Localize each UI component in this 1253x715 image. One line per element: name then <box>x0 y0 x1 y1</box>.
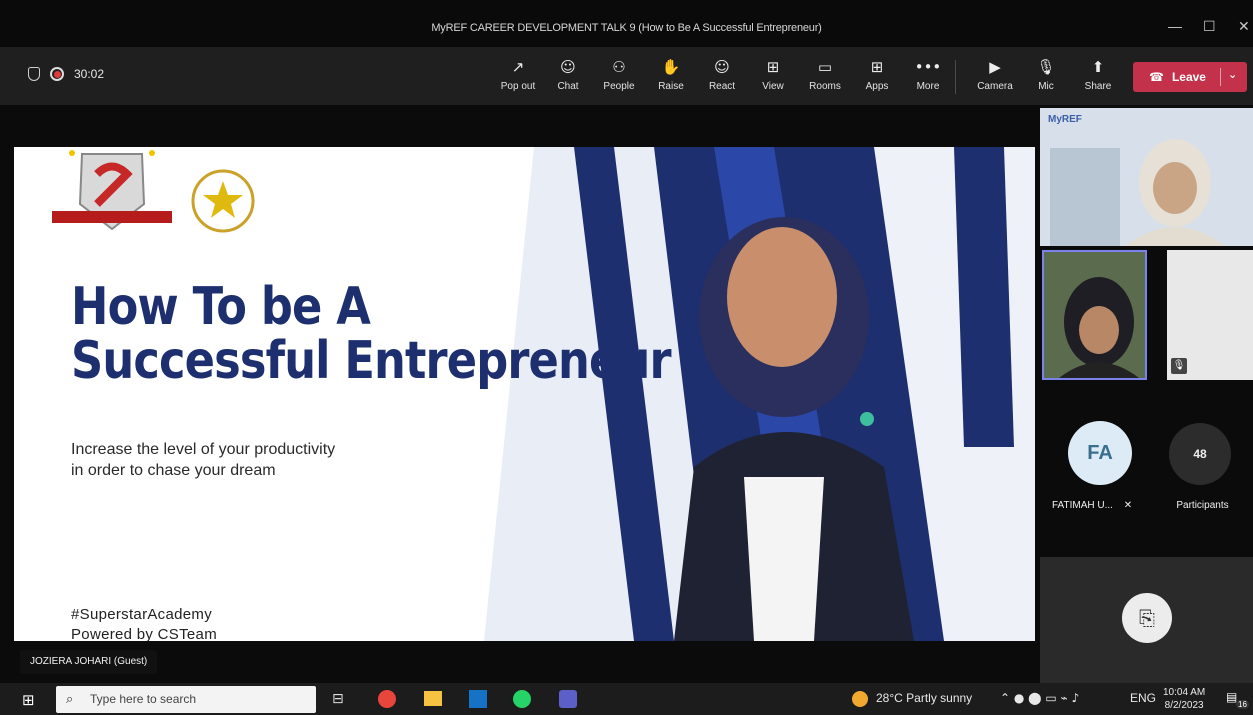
people-icon: ⚇ <box>612 58 626 76</box>
share-icon: ⬆ <box>1091 58 1105 76</box>
shield-icon <box>28 67 40 81</box>
clock-date: 8/2/2023 <box>1164 700 1204 711</box>
participant-video <box>1044 252 1145 378</box>
leave-button[interactable]: ☎ Leave ⌄ <box>1133 62 1247 92</box>
meeting-toolbar: 30:02 ↗ Pop out ☺ Chat ⚇ People ✋ Raise … <box>0 47 1253 105</box>
recording-icon <box>50 67 64 81</box>
tagline-powered-by: Powered by CSTeam <box>71 626 217 641</box>
hand-icon: ✋ <box>661 58 681 76</box>
slide-headline: How To be A Successful Entrepreneur <box>71 277 672 391</box>
raise-hand-button[interactable]: ✋ Raise <box>646 57 696 92</box>
slide-subtitle: Increase the level of your productivity … <box>71 439 335 481</box>
windows-start-icon[interactable]: ⊞ <box>22 691 35 709</box>
search-icon: ⌕ <box>66 692 74 707</box>
title-bar: MyREF CAREER DEVELOPMENT TALK 9 (How to … <box>0 0 1253 47</box>
participants-panel: MyREF 🎙 FA FATIMAH U... ✕ 48 Participant… <box>1040 105 1253 683</box>
language-indicator[interactable]: ENG <box>1130 691 1156 705</box>
self-view-tile[interactable]: ⎘ <box>1040 557 1253 683</box>
meeting-timer: 30:02 <box>74 67 105 81</box>
view-button[interactable]: ⊞ View <box>748 57 798 92</box>
superstar-academy-logo <box>178 167 268 235</box>
people-button[interactable]: ⚇ People <box>594 57 644 92</box>
task-view-icon[interactable]: ⊟ <box>332 691 344 707</box>
pop-out-button[interactable]: ↗ Pop out <box>493 57 543 92</box>
meeting-status: 30:02 <box>28 67 104 81</box>
leave-divider <box>1220 68 1221 86</box>
csteam-logo <box>52 149 172 234</box>
grid-icon: ⊞ <box>766 58 780 76</box>
weather-icon <box>852 691 868 707</box>
headline-line-2: Successful Entrepreneur <box>71 331 672 391</box>
presenter-name-tag: JOZIERA JOHARI (Guest) <box>20 650 158 674</box>
taskbar-search[interactable]: ⌕ Type here to search <box>56 686 316 713</box>
leave-label: Leave <box>1171 70 1206 84</box>
subtitle-line-2: in order to chase your dream <box>71 462 276 479</box>
more-button[interactable]: ••• More <box>903 57 953 92</box>
notification-badge: 16 <box>1236 700 1249 709</box>
apps-icon: ⊞ <box>870 58 884 76</box>
participant-avatar[interactable]: FA <box>1068 421 1132 485</box>
participant-video <box>1040 108 1253 246</box>
tagline-hashtag: #SuperstarAcademy <box>71 606 213 623</box>
tray-icons[interactable]: ⌃ ● ⬤ ▭ ⌁ ♪ <box>1000 691 1079 705</box>
headline-line-1: How To be A <box>71 277 371 337</box>
mic-button[interactable]: 🎙 Mic <box>1021 57 1071 92</box>
participant-video-tile[interactable]: MyREF <box>1040 108 1253 246</box>
clock-time: 10:04 AM <box>1163 687 1206 698</box>
smiley-icon: ☺ <box>714 58 730 76</box>
teams-icon[interactable] <box>559 690 577 708</box>
participant-video-tile[interactable]: 🎙 <box>1167 250 1253 380</box>
phone-hangup-icon: ☎ <box>1149 70 1164 84</box>
pop-out-icon: ↗ <box>511 58 525 76</box>
taskbar-clock[interactable]: 10:04 AM 8/2/2023 <box>1163 686 1205 712</box>
mic-off-icon: 🎙 <box>1036 58 1056 76</box>
outlook-icon[interactable] <box>469 690 487 708</box>
more-icon: ••• <box>914 58 942 76</box>
minimize-button[interactable]: — <box>1168 18 1182 34</box>
rooms-icon: ▭ <box>817 58 833 76</box>
badge-icon: ⎘ <box>1122 593 1172 643</box>
toolbar-divider <box>955 60 956 94</box>
file-explorer-icon[interactable] <box>424 691 442 706</box>
participants-label: Participants <box>1176 500 1229 511</box>
subtitle-line-1: Increase the level of your productivity <box>71 441 336 458</box>
chat-icon: ☺ <box>560 58 576 76</box>
mic-off-icon: ✕ <box>1123 500 1133 511</box>
chrome-icon[interactable] <box>378 690 396 708</box>
chevron-down-icon[interactable]: ⌄ <box>1228 68 1237 81</box>
camera-button[interactable]: ▶ Camera <box>970 57 1020 92</box>
share-button[interactable]: ⬆ Share <box>1073 57 1123 92</box>
camera-off-icon: ▶ <box>989 58 1001 76</box>
close-button[interactable]: ✕ <box>1238 18 1250 35</box>
participant-name: FATIMAH U... ✕ <box>1052 500 1133 511</box>
maximize-button[interactable]: ☐ <box>1203 18 1216 35</box>
myref-watermark: MyREF <box>1048 114 1082 125</box>
whatsapp-icon[interactable] <box>513 690 531 708</box>
shared-slide: How To be A Successful Entrepreneur Incr… <box>14 147 1035 641</box>
search-placeholder: Type here to search <box>90 692 197 706</box>
windows-taskbar: ⊞ ⌕ Type here to search ⊟ 28°C Partly su… <box>0 683 1253 715</box>
slide-tagline: #SuperstarAcademy Powered by CSTeam <box>71 605 217 641</box>
apps-button[interactable]: ⊞ Apps <box>852 57 902 92</box>
participant-count-bubble[interactable]: 48 <box>1169 423 1231 485</box>
rooms-button[interactable]: ▭ Rooms <box>800 57 850 92</box>
chat-button[interactable]: ☺ Chat <box>543 57 593 92</box>
window-title: MyREF CAREER DEVELOPMENT TALK 9 (How to … <box>431 22 822 34</box>
weather-text[interactable]: 28°C Partly sunny <box>876 691 972 705</box>
mic-off-icon: 🎙 <box>1171 358 1187 374</box>
participant-video-tile-active[interactable] <box>1042 250 1147 380</box>
react-button[interactable]: ☺ React <box>697 57 747 92</box>
